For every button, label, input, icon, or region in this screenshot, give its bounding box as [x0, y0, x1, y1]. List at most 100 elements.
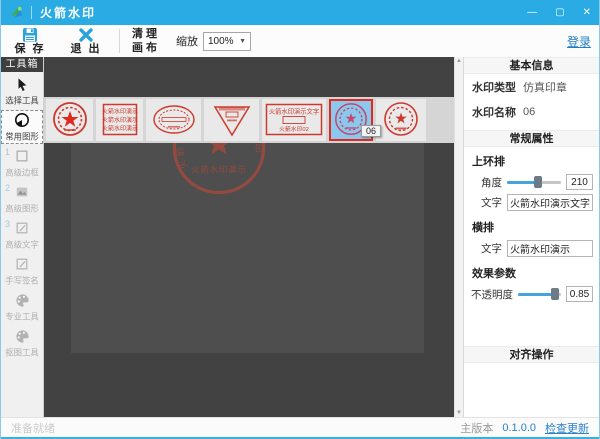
pencil-icon [15, 256, 29, 272]
sidebar-item-label: 常用图形 [5, 129, 39, 142]
ring-text-label: 文字 [476, 195, 502, 210]
stamp-thumbnail-circle-2[interactable] [376, 99, 426, 141]
watermark-name-value: 06 [523, 106, 535, 118]
login-link[interactable]: 登录 [567, 33, 591, 50]
title-bar: 火箭水印 — ▢ ✕ [1, 0, 599, 25]
app-window: 火箭水印 — ▢ ✕ 保 存 [0, 0, 600, 439]
watermark-name-label: 水印名称 [472, 104, 516, 120]
stamp-thumbnail-strip: 火箭水印演示 火箭水印演示 火箭水印演示 [44, 97, 454, 143]
toolbar: 保 存 退 出 清理 画布 缩放 100% ▼ 登录 [1, 25, 599, 57]
clear-canvas-line1: 清理 [132, 27, 160, 41]
watermark-name-row: 水印名称 06 [464, 99, 599, 124]
rect-stamp-icon: 火箭水印演示 火箭水印演示 火箭水印演示 [99, 100, 141, 140]
stamp-thumbnail-triangle[interactable] [204, 99, 259, 141]
panel-scrollbar[interactable]: ▲ ▼ [454, 57, 463, 417]
badge-2: 2 [5, 183, 10, 193]
save-icon [22, 27, 38, 43]
general-properties-group: 上环排 角度 文字 横排 文字 效果参数 不透明度 [464, 147, 599, 304]
titlebar-divider [31, 6, 32, 19]
clear-canvas-button[interactable]: 清理 画布 [132, 27, 160, 56]
sidebar-item-handwritten-signature[interactable]: 手写签名 [1, 254, 43, 288]
angle-row: 角度 [464, 172, 599, 192]
opacity-slider[interactable] [518, 287, 561, 301]
sidebar-item-label: 抠图工具 [5, 345, 39, 358]
stamp-thumbnail-rectangle-2[interactable]: 火箭水印演示文字 火箭水印02 [262, 99, 326, 141]
rect-stamp-icon: 火箭水印演示文字 火箭水印02 [264, 100, 324, 140]
triangle-stamp-icon [207, 100, 257, 140]
circle-shape-icon [14, 112, 30, 128]
sidebar-item-advanced-graphics[interactable]: 2 高级图形 [1, 182, 43, 216]
badge-3: 3 [5, 219, 10, 229]
circle-stamp-icon [49, 100, 91, 140]
save-label: 保 存 [14, 44, 45, 55]
svg-text:火箭水印演示文字: 火箭水印演示文字 [269, 107, 319, 116]
stamp-thumbnail-rectangle[interactable]: 火箭水印演示 火箭水印演示 火箭水印演示 [96, 99, 143, 141]
sidebar-item-advanced-text[interactable]: 3 高级文字 [1, 218, 43, 252]
opacity-value-input[interactable] [566, 286, 593, 302]
svg-text:火箭水印演示: 火箭水印演示 [101, 108, 137, 116]
image-icon [15, 184, 29, 200]
basic-info-header: 基本信息 [464, 57, 599, 74]
sidebar-item-advanced-border[interactable]: 1 高级边框 [1, 146, 43, 180]
stamp-thumbnail-circle-selected[interactable]: 06 [329, 99, 373, 141]
clear-canvas-line2: 画布 [132, 41, 160, 55]
horizontal-text-label: 文字 [476, 241, 502, 256]
align-operations-header: 对齐操作 [464, 346, 599, 363]
check-update-link[interactable]: 检查更新 [545, 420, 589, 436]
stamp-thumbnail-circle-1[interactable] [46, 99, 93, 141]
version-area: 主版本 0.1.0.0 检查更新 [460, 420, 589, 436]
watermark-type-label: 水印类型 [472, 79, 516, 95]
sidebar-item-common-shapes[interactable]: 常用图形 [1, 110, 43, 144]
thumbnail-tooltip: 06 [361, 125, 381, 137]
minimize-icon[interactable]: — [527, 8, 537, 18]
stamp-thumbnail-oval[interactable] [146, 99, 201, 141]
sidebar-item-cutout-tools[interactable]: 抠图工具 [1, 326, 43, 360]
watermark-type-value: 仿真印章 [523, 79, 567, 95]
canvas-area: 火箭水印演示文字火箭水印 火箭水印演示 火箭水印演示 火箭水印演示 [44, 57, 454, 417]
sidebar-item-select-tool[interactable]: 选择工具 [1, 74, 43, 108]
properties-panel: 基本信息 水印类型 仿真印章 水印名称 06 水印形状 圆形 常规属性 上环排 … [463, 57, 599, 417]
watermark-type-row: 水印类型 仿真印章 [464, 74, 599, 99]
version-label: 主版本 [460, 420, 493, 436]
slider-handle[interactable] [551, 288, 559, 300]
close-icon[interactable]: ✕ [583, 8, 591, 18]
ring-text-input[interactable] [507, 194, 593, 211]
chevron-down-icon[interactable]: ▼ [456, 410, 462, 416]
palette-icon [15, 328, 30, 344]
zoom-dropdown[interactable]: 100% ▼ [203, 32, 251, 51]
circle-stamp-icon [380, 100, 422, 140]
pencil-icon [15, 220, 29, 236]
sidebar-item-label: 选择工具 [5, 93, 39, 106]
svg-text:火箭水印02: 火箭水印02 [279, 125, 309, 133]
angle-slider[interactable] [507, 175, 561, 189]
stamp-horizontal-text: 火箭水印演示 [191, 165, 247, 175]
effects-title: 效果参数 [464, 259, 599, 284]
cursor-icon [15, 76, 29, 92]
angle-value-input[interactable] [566, 174, 593, 190]
horizontal-text-input[interactable] [507, 240, 593, 257]
exit-icon [78, 27, 94, 43]
chevron-up-icon[interactable]: ▲ [456, 58, 462, 64]
maximize-icon[interactable]: ▢ [555, 8, 564, 18]
status-bar: 准备就绪 主版本 0.1.0.0 检查更新 [1, 417, 599, 439]
zoom-label: 缩放 [176, 33, 198, 49]
angle-label: 角度 [476, 175, 502, 190]
opacity-row: 不透明度 [464, 284, 599, 304]
square-border-icon [15, 148, 29, 164]
toolbox-header: 工具箱 [1, 57, 43, 72]
palette-icon [15, 292, 30, 308]
toolbar-divider [119, 29, 120, 53]
save-button[interactable]: 保 存 [9, 27, 51, 55]
horizontal-title: 横排 [464, 213, 599, 238]
version-number: 0.1.0.0 [502, 422, 536, 434]
window-controls: — ▢ ✕ [527, 8, 591, 18]
slider-handle[interactable] [534, 176, 542, 188]
sidebar-item-label: 高级边框 [5, 165, 39, 178]
rocket-logo-icon [9, 5, 24, 21]
general-properties-header: 常规属性 [464, 130, 599, 147]
zoom-value: 100% [208, 36, 234, 47]
exit-button[interactable]: 退 出 [65, 27, 107, 55]
sidebar-item-professional-tools[interactable]: 专业工具 [1, 290, 43, 324]
tool-sidebar: 工具箱 选择工具 常用图形 1 [1, 57, 44, 417]
chevron-down-icon: ▼ [239, 38, 246, 45]
